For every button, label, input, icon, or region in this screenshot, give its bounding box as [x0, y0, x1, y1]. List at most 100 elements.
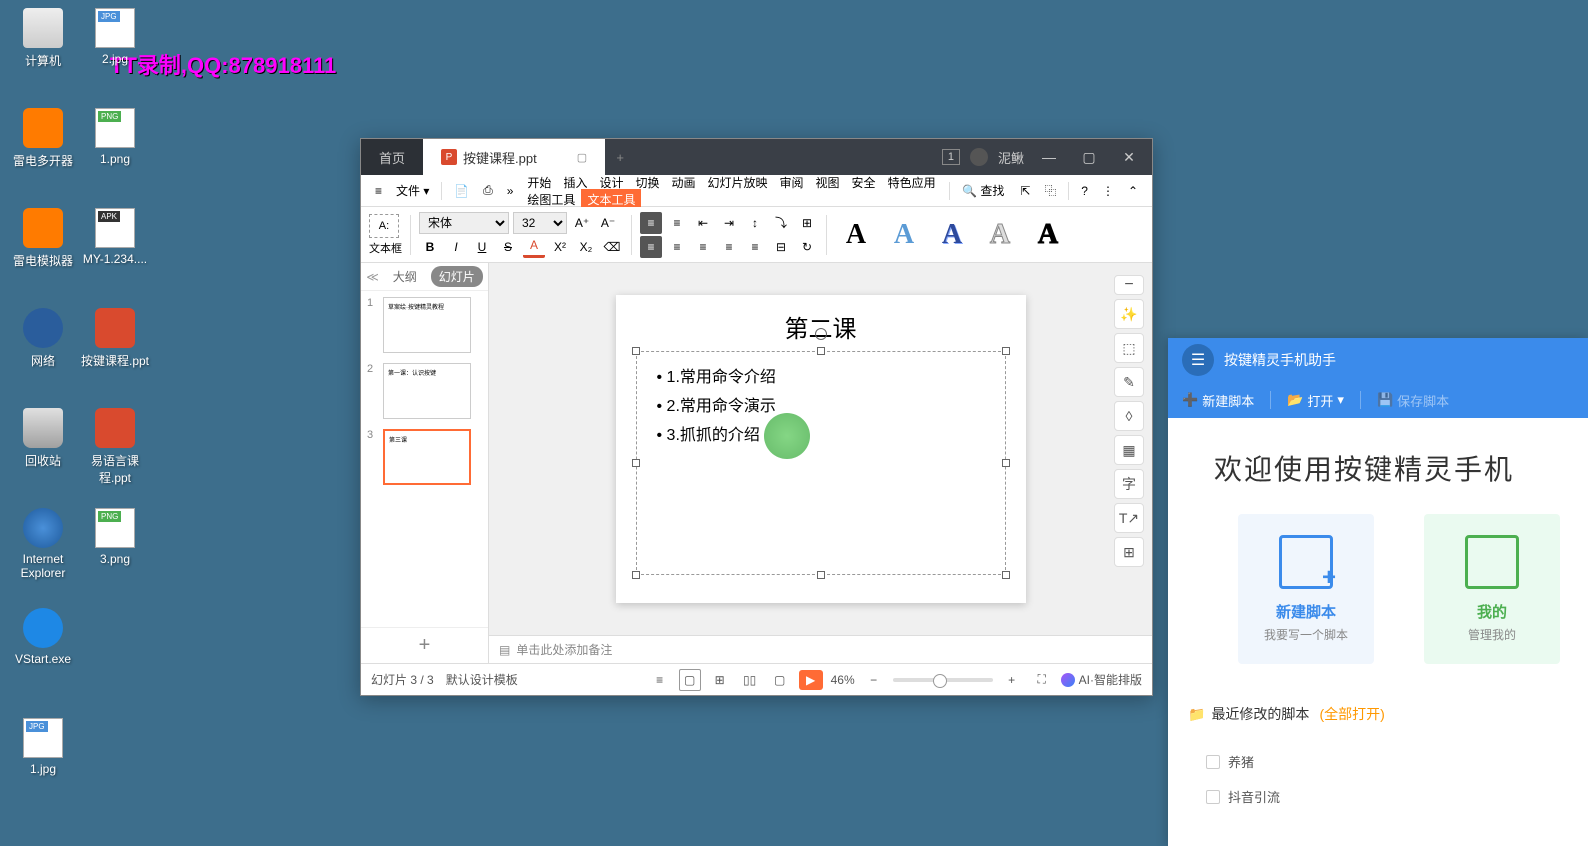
slide-canvas[interactable]: 第二课 1.常用命令介绍2.常用命令演示3.抓抓的介绍 — [489, 263, 1152, 635]
tab-outline[interactable]: 大纲 — [385, 266, 425, 287]
selection-handle[interactable] — [817, 347, 825, 355]
vertical-align-button[interactable]: ⊟ — [770, 236, 792, 258]
sorter-view-icon[interactable]: ⊞ — [709, 669, 731, 691]
text-style-1[interactable]: A — [835, 214, 877, 256]
layers-icon[interactable]: ⬚ — [1114, 333, 1144, 363]
more-icon[interactable]: » — [501, 180, 520, 202]
slide-thumbnail-1[interactable]: 草案绘·按键精灵教程 — [383, 297, 471, 353]
add-tab-button[interactable]: + — [605, 150, 635, 165]
desktop-icon-Internet Explorer[interactable]: Internet Explorer — [8, 508, 78, 580]
tab-home[interactable]: 首页 — [361, 139, 423, 175]
rotation-handle[interactable] — [815, 328, 827, 340]
menu-more-icon[interactable]: ⋮ — [1096, 180, 1120, 202]
share-icon[interactable]: ⇱ — [1014, 180, 1036, 202]
clear-format-button[interactable]: ⌫ — [601, 236, 623, 258]
selection-handle[interactable] — [632, 347, 640, 355]
font-color-button[interactable]: A — [523, 236, 545, 258]
desktop-icon-1.jpg[interactable]: 1.jpg — [8, 718, 78, 776]
shape-icon[interactable]: ◊ — [1114, 401, 1144, 431]
desktop-icon-网络[interactable]: 网络 — [8, 308, 78, 369]
text-style-2[interactable]: A — [883, 214, 925, 256]
copy-icon[interactable]: ⿻ — [1038, 178, 1062, 203]
textbox-icon[interactable]: A: — [369, 214, 399, 238]
menu-特色应用[interactable]: 特色应用 — [882, 172, 942, 194]
menu-审阅[interactable]: 审阅 — [774, 172, 810, 194]
close-button[interactable]: ✕ — [1114, 147, 1144, 167]
grid-icon[interactable]: ▦ — [1114, 435, 1144, 465]
my-scripts-card[interactable]: 我的 管理我的 — [1424, 514, 1560, 664]
zoom-out-icon[interactable]: − — [1114, 275, 1144, 295]
desktop-icon-易语言课程.ppt[interactable]: 易语言课程.ppt — [80, 408, 150, 486]
print-icon[interactable]: ⎙ — [477, 179, 499, 202]
selection-handle[interactable] — [632, 571, 640, 579]
notes-view-icon[interactable]: ≡ — [649, 669, 671, 691]
align-left-button[interactable]: ≡ — [640, 236, 662, 258]
font-size-select[interactable]: 32 — [513, 212, 567, 234]
text-tool-icon[interactable]: 字 — [1114, 469, 1144, 499]
save-script-button[interactable]: 💾保存脚本 — [1377, 391, 1449, 410]
columns-button[interactable]: ⊞ — [796, 212, 818, 234]
panel-collapse-icon[interactable]: ≪ — [366, 270, 379, 284]
menu-icon[interactable]: ☰ — [1182, 344, 1214, 376]
add-slide-button[interactable]: + — [361, 627, 488, 663]
zoom-in-button[interactable]: + — [1001, 669, 1023, 691]
align-right-button[interactable]: ≡ — [692, 236, 714, 258]
tab-slides[interactable]: 幻灯片 — [431, 266, 483, 287]
menu-幻灯片放映[interactable]: 幻灯片放映 — [702, 172, 774, 194]
align-distribute-button[interactable]: ≡ — [744, 236, 766, 258]
zoom-out-button[interactable]: − — [863, 669, 885, 691]
help-icon[interactable]: ? — [1075, 180, 1094, 202]
align-center-button[interactable]: ≡ — [666, 236, 688, 258]
increase-font-icon[interactable]: A⁺ — [571, 212, 593, 234]
collapse-icon[interactable]: ⌃ — [1122, 180, 1144, 202]
save-icon[interactable]: 📄 — [448, 180, 475, 202]
slide-bullet-item[interactable]: 3.抓抓的介绍 — [657, 422, 985, 451]
normal-view-icon[interactable]: ▢ — [679, 669, 701, 691]
numbering-button[interactable]: ≡ — [666, 212, 688, 234]
notes-bar[interactable]: ▤ 单击此处添加备注 — [489, 635, 1152, 663]
desktop-icon-2.jpg[interactable]: 2.jpg — [80, 8, 150, 66]
text-style-4[interactable]: A — [979, 214, 1021, 256]
decrease-font-icon[interactable]: A⁻ — [597, 212, 619, 234]
selection-handle[interactable] — [1002, 571, 1010, 579]
slide-thumbnail-2[interactable]: 第一课：认识按键 — [383, 363, 471, 419]
transform-icon[interactable]: T↗ — [1114, 503, 1144, 533]
text-style-3[interactable]: A — [931, 214, 973, 256]
badge-count[interactable]: 1 — [942, 149, 960, 165]
reading-view-icon[interactable]: ▯▯ — [739, 669, 761, 691]
desktop-icon-按键课程.ppt[interactable]: 按键课程.ppt — [80, 308, 150, 369]
slideshow-view-icon[interactable]: ▢ — [769, 669, 791, 691]
desktop-icon-雷电模拟器[interactable]: 雷电模拟器 — [8, 208, 78, 269]
underline-button[interactable]: U — [471, 236, 493, 258]
desktop-icon-计算机[interactable]: 计算机 — [8, 8, 78, 69]
italic-button[interactable]: I — [445, 236, 467, 258]
hamburger-icon[interactable]: ≡ — [369, 180, 388, 202]
align-justify-button[interactable]: ≡ — [718, 236, 740, 258]
tab-document[interactable]: P 按键课程.ppt ▢ — [423, 139, 605, 175]
desktop-icon-雷电多开器[interactable]: 雷电多开器 — [8, 108, 78, 169]
subscript-button[interactable]: X₂ — [575, 236, 597, 258]
font-family-select[interactable]: 宋体 — [419, 212, 509, 234]
menu-安全[interactable]: 安全 — [846, 172, 882, 194]
selection-handle[interactable] — [817, 571, 825, 579]
selection-handle[interactable] — [1002, 347, 1010, 355]
decrease-indent-button[interactable]: ⇤ — [692, 212, 714, 234]
superscript-button[interactable]: X² — [549, 236, 571, 258]
search-icon[interactable]: 🔍 查找 — [956, 178, 1010, 203]
pen-icon[interactable]: ✎ — [1114, 367, 1144, 397]
zoom-slider[interactable] — [893, 678, 993, 682]
new-script-card[interactable]: 新建脚本 我要写一个脚本 — [1238, 514, 1374, 664]
strike-button[interactable]: S — [497, 236, 519, 258]
user-avatar[interactable] — [970, 148, 988, 166]
desktop-icon-3.png[interactable]: 3.png — [80, 508, 150, 566]
bullets-button[interactable]: ≡ — [640, 212, 662, 234]
slide-textbox[interactable]: 1.常用命令介绍2.常用命令演示3.抓抓的介绍 — [636, 351, 1006, 575]
ai-layout-button[interactable]: AI·智能排版 — [1061, 671, 1142, 688]
menu-动画[interactable]: 动画 — [665, 172, 701, 194]
maximize-button[interactable]: ▢ — [1074, 147, 1104, 167]
slide-bullet-item[interactable]: 1.常用命令介绍 — [657, 364, 985, 393]
recent-script-item[interactable]: 养猪 — [1188, 744, 1568, 779]
rotate-button[interactable]: ↻ — [796, 236, 818, 258]
slide-bullet-item[interactable]: 2.常用命令演示 — [657, 393, 985, 422]
increase-indent-button[interactable]: ⇥ — [718, 212, 740, 234]
